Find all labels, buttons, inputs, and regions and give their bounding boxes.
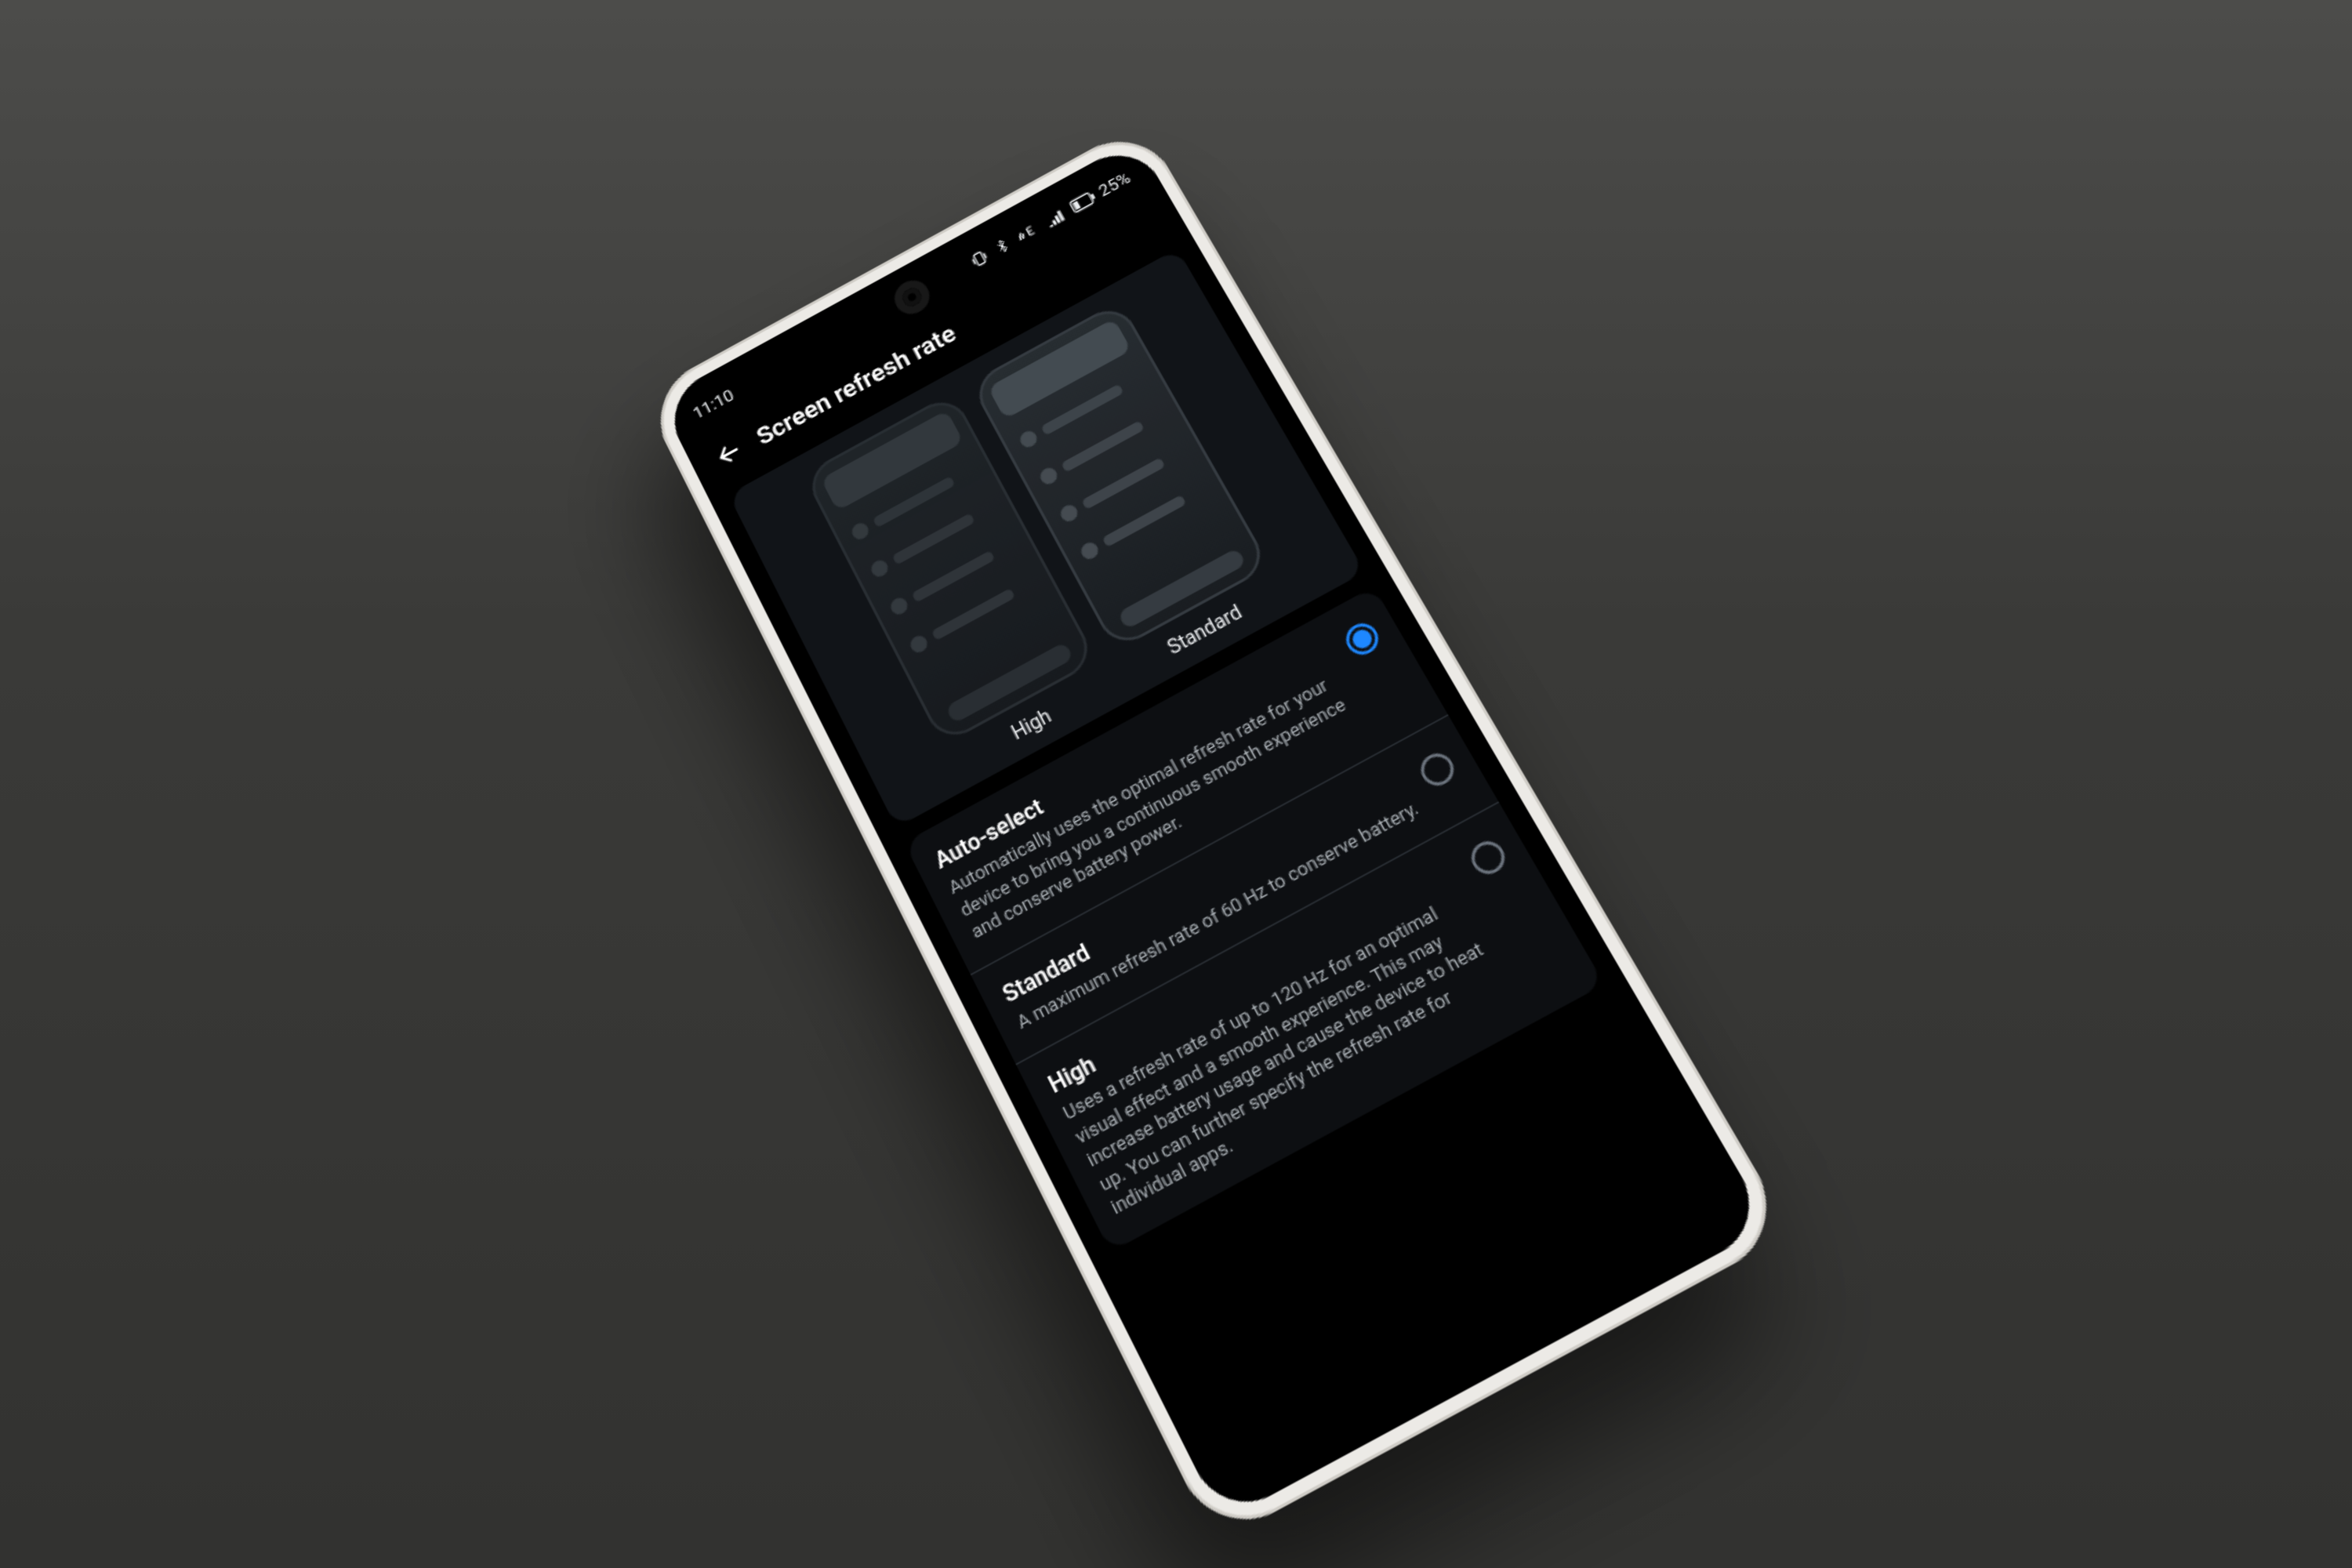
screen-fade bbox=[1179, 1142, 1770, 1522]
signal-icon bbox=[1041, 205, 1068, 229]
bluetooth-icon bbox=[991, 234, 1014, 258]
radio-auto-select[interactable] bbox=[1341, 618, 1384, 660]
vibrate-icon bbox=[967, 246, 992, 270]
battery-percent: 25% bbox=[1095, 169, 1134, 201]
photo-stage: 11:10 25% bbox=[0, 0, 2352, 1568]
arrow-left-icon bbox=[710, 434, 749, 473]
screen: 11:10 25% bbox=[659, 139, 1770, 1522]
back-button[interactable] bbox=[708, 432, 750, 475]
radio-high[interactable] bbox=[1466, 836, 1512, 880]
phone-frame: 11:10 25% bbox=[642, 122, 1792, 1544]
radio-standard[interactable] bbox=[1415, 747, 1460, 790]
volte-icon bbox=[1013, 220, 1042, 245]
